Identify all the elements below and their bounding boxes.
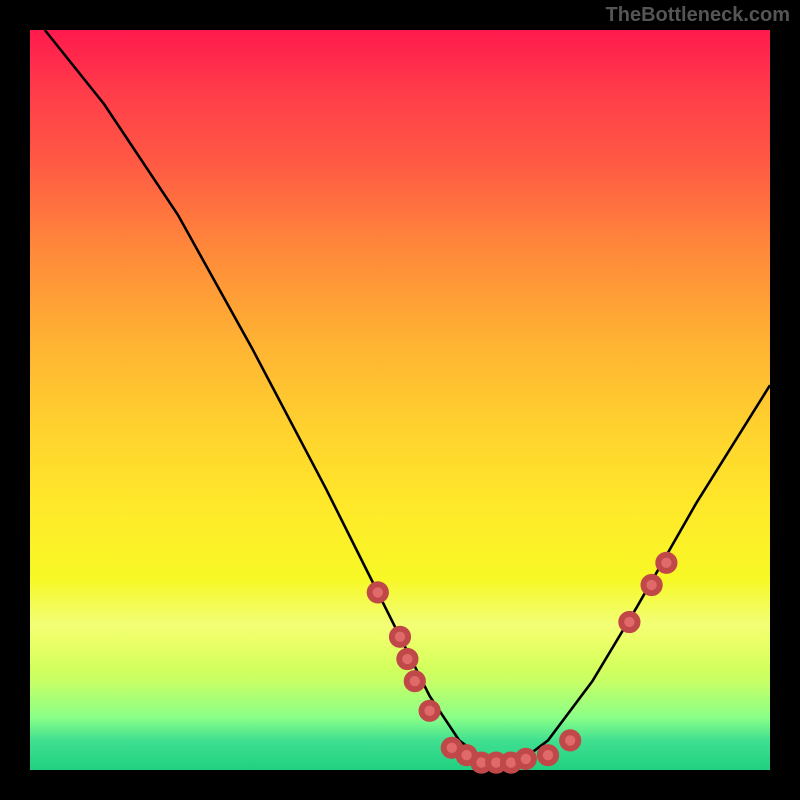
data-point-marker [370, 584, 386, 600]
data-point-marker [399, 651, 415, 667]
watermark-text: TheBottleneck.com [606, 4, 790, 27]
data-point-marker [392, 629, 408, 645]
data-point-marker [518, 751, 534, 767]
data-point-marker [562, 732, 578, 748]
data-markers [370, 555, 675, 771]
data-point-marker [407, 673, 423, 689]
data-point-marker [540, 747, 556, 763]
chart-svg [30, 30, 770, 770]
data-point-marker [621, 614, 637, 630]
chart-plot-area [30, 30, 770, 770]
data-point-marker [421, 703, 437, 719]
data-point-marker [643, 577, 659, 593]
data-point-marker [658, 555, 674, 571]
